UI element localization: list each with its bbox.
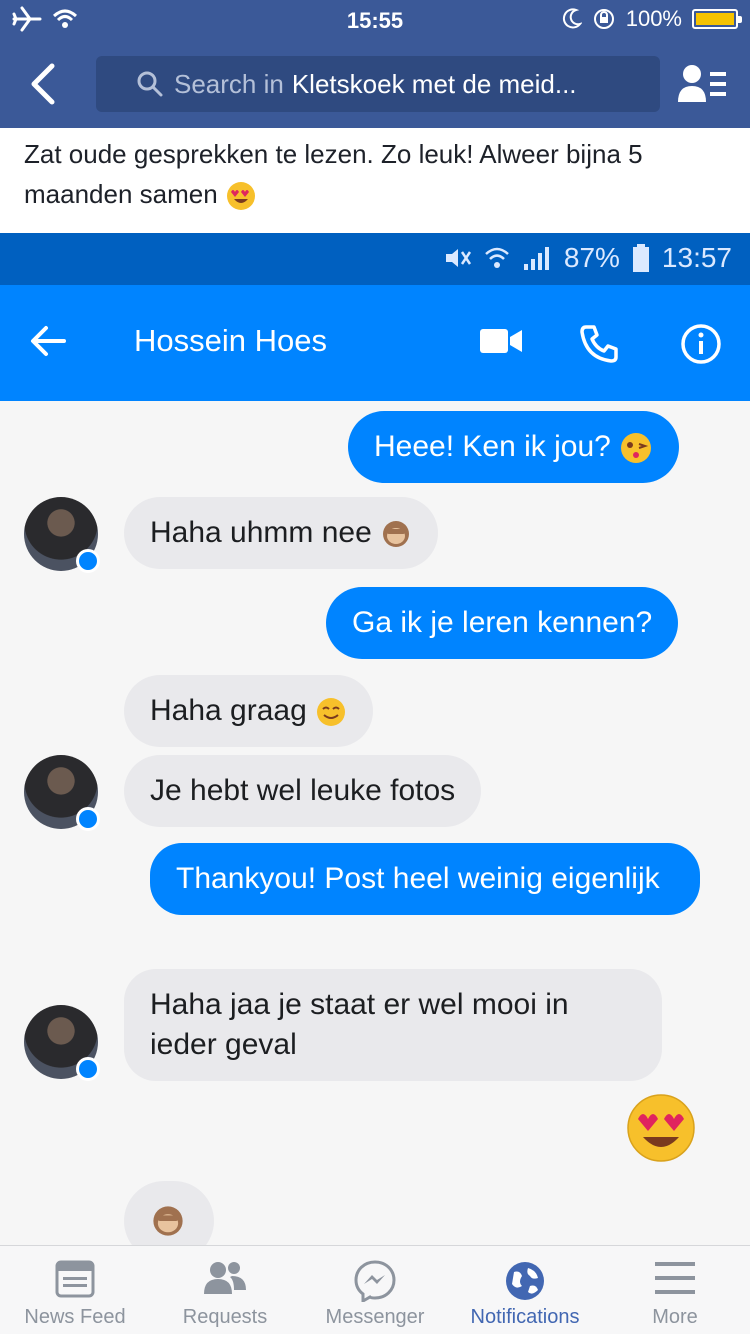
bottom-tab-bar: News Feed Requests Messenger Notificatio… — [0, 1245, 750, 1334]
tab-more[interactable]: More — [600, 1246, 750, 1334]
moon-icon — [562, 8, 582, 29]
smiling-emoji-icon — [317, 698, 346, 727]
android-battery-percent: 87% — [563, 242, 620, 273]
search-placeholder: Search in — [174, 68, 284, 99]
message-bubble-incoming[interactable]: Haha graag — [124, 675, 374, 747]
message-bubble-incoming[interactable] — [124, 1181, 214, 1245]
android-clock: 13:57 — [661, 242, 732, 273]
monkey-emoji-icon — [383, 521, 410, 548]
android-status-bar: 87% 13:57 — [0, 233, 750, 285]
kissing-emoji-icon — [621, 433, 652, 464]
contact-name[interactable]: Hossein Hoes — [134, 323, 327, 359]
wifi-icon — [485, 247, 509, 268]
back-arrow-icon[interactable] — [30, 325, 66, 357]
mute-icon — [445, 249, 471, 267]
message-bubble-incoming[interactable]: Je hebt wel leuke fotos — [124, 755, 482, 827]
group-search-header: Search in Kletskoek met de meid... — [0, 44, 750, 124]
ios-status-bar: 15:55 100% — [0, 0, 750, 40]
heart-eyes-emoji-icon[interactable] — [626, 1093, 696, 1163]
battery-percent: 100% — [625, 6, 682, 31]
messenger-badge-icon — [76, 549, 100, 573]
facebook-top-bar: 15:55 100% Search in Kletskoek met de me… — [0, 0, 750, 128]
message-bubble-outgoing[interactable]: Heee! Ken ik jou? — [348, 411, 680, 483]
video-call-icon[interactable] — [480, 327, 522, 355]
message-bubble-outgoing[interactable]: Ga ik je leren kennen? — [326, 587, 679, 659]
rotation-lock-icon — [593, 9, 614, 29]
back-chevron-icon[interactable] — [24, 62, 64, 106]
battery-icon — [632, 244, 649, 272]
monkey-emoji-icon — [153, 1206, 183, 1236]
message-bubble-outgoing[interactable]: Thankyou! Post heel weinig eigenlijk — [150, 843, 700, 915]
group-members-icon[interactable] — [676, 62, 728, 106]
message-bubble-incoming[interactable]: Haha uhmm nee — [124, 497, 439, 569]
attached-screenshot[interactable]: 87% 13:57 Hossein Hoes Heee! Ken ik jou?… — [0, 233, 750, 1245]
globe-icon — [506, 1262, 544, 1300]
info-icon[interactable] — [680, 323, 722, 365]
signal-icon — [523, 247, 549, 270]
message-bubble-incoming[interactable]: Haha jaa je staat er wel mooi in ieder g… — [124, 969, 662, 1081]
messenger-badge-icon — [76, 807, 100, 831]
search-input[interactable]: Search in Kletskoek met de meid... — [96, 56, 660, 112]
friend-requests-icon — [204, 1262, 246, 1294]
tab-requests[interactable]: Requests — [150, 1246, 300, 1334]
battery-icon — [692, 9, 742, 29]
avatar[interactable] — [24, 755, 100, 831]
messenger-icon — [354, 1260, 396, 1302]
tab-notifications[interactable]: Notifications — [450, 1246, 600, 1334]
phone-call-icon[interactable] — [580, 323, 620, 363]
hamburger-menu-icon — [655, 1262, 695, 1294]
messenger-header: Hossein Hoes — [0, 285, 750, 401]
tab-news-feed[interactable]: News Feed — [0, 1246, 150, 1334]
post-text: Zat oude gesprekken te lezen. Zo leuk! A… — [24, 134, 734, 214]
post-line-2: maanden samen — [24, 179, 218, 209]
avatar[interactable] — [24, 497, 100, 573]
search-scope: Kletskoek met de meid... — [291, 68, 577, 99]
heart-eyes-emoji-icon — [226, 182, 255, 211]
post-line-1: Zat oude gesprekken te lezen. Zo leuk! A… — [24, 139, 643, 169]
avatar[interactable] — [24, 1005, 100, 1081]
search-icon — [137, 71, 163, 97]
tab-messenger[interactable]: Messenger — [300, 1246, 450, 1334]
messenger-badge-icon — [76, 1057, 100, 1081]
news-feed-icon — [55, 1260, 95, 1298]
